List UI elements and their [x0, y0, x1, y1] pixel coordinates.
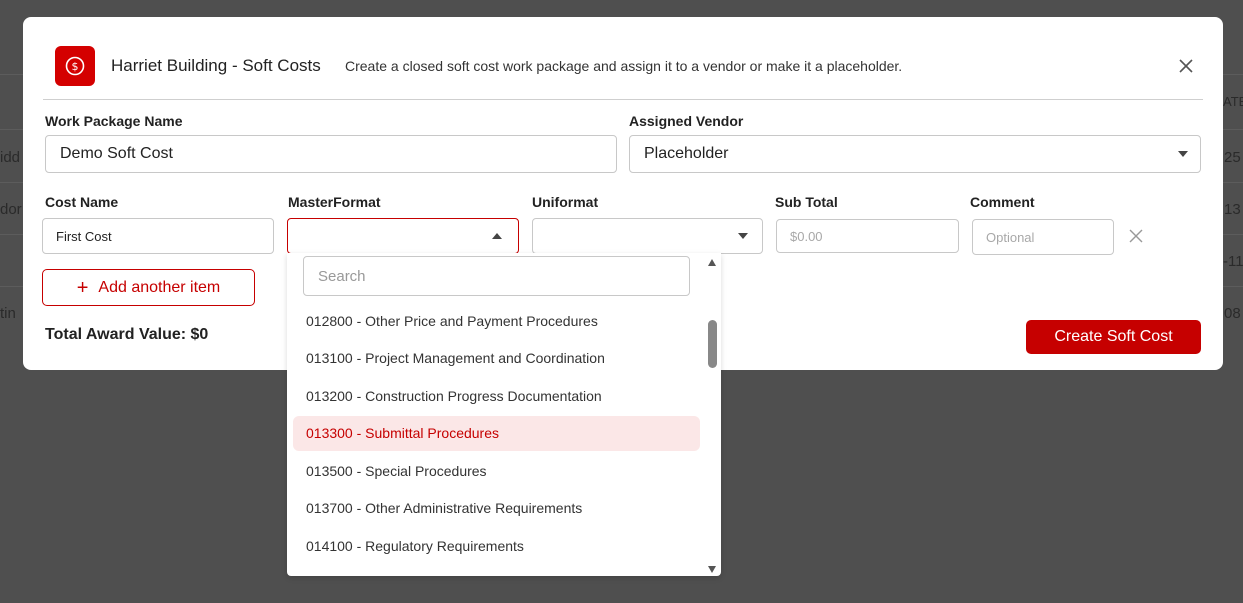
modal-subtitle: Create a closed soft cost work package a… — [345, 58, 903, 74]
dropdown-option[interactable]: 013100 - Project Management and Coordina… — [293, 341, 700, 376]
close-icon[interactable] — [1177, 57, 1195, 75]
add-item-label: Add another item — [98, 278, 221, 296]
plus-icon: + — [76, 276, 89, 299]
chevron-up-icon — [492, 233, 502, 239]
dropdown-option[interactable]: 013500 - Special Procedures — [293, 453, 700, 488]
uniformat-select[interactable] — [532, 218, 763, 254]
total-award-value: Total Award Value: $0 — [45, 326, 209, 343]
chevron-down-icon — [1178, 151, 1188, 157]
bg-text: idd — [0, 149, 21, 166]
masterformat-select[interactable] — [287, 218, 519, 254]
scroll-down-icon[interactable] — [708, 566, 716, 573]
dropdown-option[interactable]: 013200 - Construction Progress Documenta… — [293, 378, 700, 413]
create-soft-cost-button[interactable]: Create Soft Cost — [1026, 320, 1201, 354]
bg-text: -11 — [1223, 253, 1243, 270]
chevron-down-icon — [738, 233, 748, 239]
bg-text: 25 — [1224, 149, 1241, 166]
bg-text: tin — [0, 305, 16, 322]
remove-row-icon[interactable] — [1129, 229, 1143, 243]
dropdown-option[interactable]: 012800 - Other Price and Payment Procedu… — [293, 303, 700, 338]
comment-input[interactable]: Optional — [972, 219, 1114, 255]
masterformat-label: MasterFormat — [288, 194, 381, 210]
uniformat-label: Uniformat — [532, 194, 599, 210]
dropdown-search-input[interactable]: Search — [303, 256, 690, 296]
work-package-input[interactable]: Demo Soft Cost — [45, 135, 617, 173]
assigned-vendor-select[interactable]: Placeholder — [629, 135, 1201, 173]
sub-total-input[interactable]: $0.00 — [776, 219, 959, 253]
add-item-button[interactable]: + Add another item — [42, 269, 255, 306]
bg-text: 08 — [1224, 305, 1241, 322]
header-divider — [43, 99, 1203, 100]
modal-title: Harriet Building - Soft Costs — [111, 56, 321, 75]
scrollbar-thumb[interactable] — [708, 320, 717, 368]
work-package-label: Work Package Name — [45, 113, 183, 129]
dropdown-option[interactable]: 014100 - Regulatory Requirements — [293, 529, 700, 564]
masterformat-dropdown: Search 012800 - Other Price and Payment … — [287, 253, 721, 576]
cost-name-label: Cost Name — [45, 194, 119, 210]
dropdown-option[interactable]: 013300 - Submittal Procedures — [293, 415, 700, 451]
bg-text: 13 — [1224, 201, 1241, 218]
comment-label: Comment — [970, 194, 1035, 210]
bg-text: ATE — [1223, 94, 1243, 109]
svg-text:$: $ — [72, 60, 79, 73]
dropdown-option[interactable]: 013700 - Other Administrative Requiremen… — [293, 491, 700, 526]
sub-total-label: Sub Total — [775, 194, 838, 210]
scroll-up-icon[interactable] — [708, 259, 716, 266]
assigned-vendor-label: Assigned Vendor — [629, 113, 744, 129]
dropdown-scrollbar[interactable] — [707, 259, 717, 573]
dropdown-options: 012800 - Other Price and Payment Procedu… — [293, 303, 700, 566]
bg-text: dor — [0, 201, 22, 218]
assigned-vendor-value: Placeholder — [644, 145, 729, 162]
dollar-circle-icon: $ — [55, 46, 95, 86]
cost-name-input[interactable]: First Cost — [42, 218, 274, 254]
